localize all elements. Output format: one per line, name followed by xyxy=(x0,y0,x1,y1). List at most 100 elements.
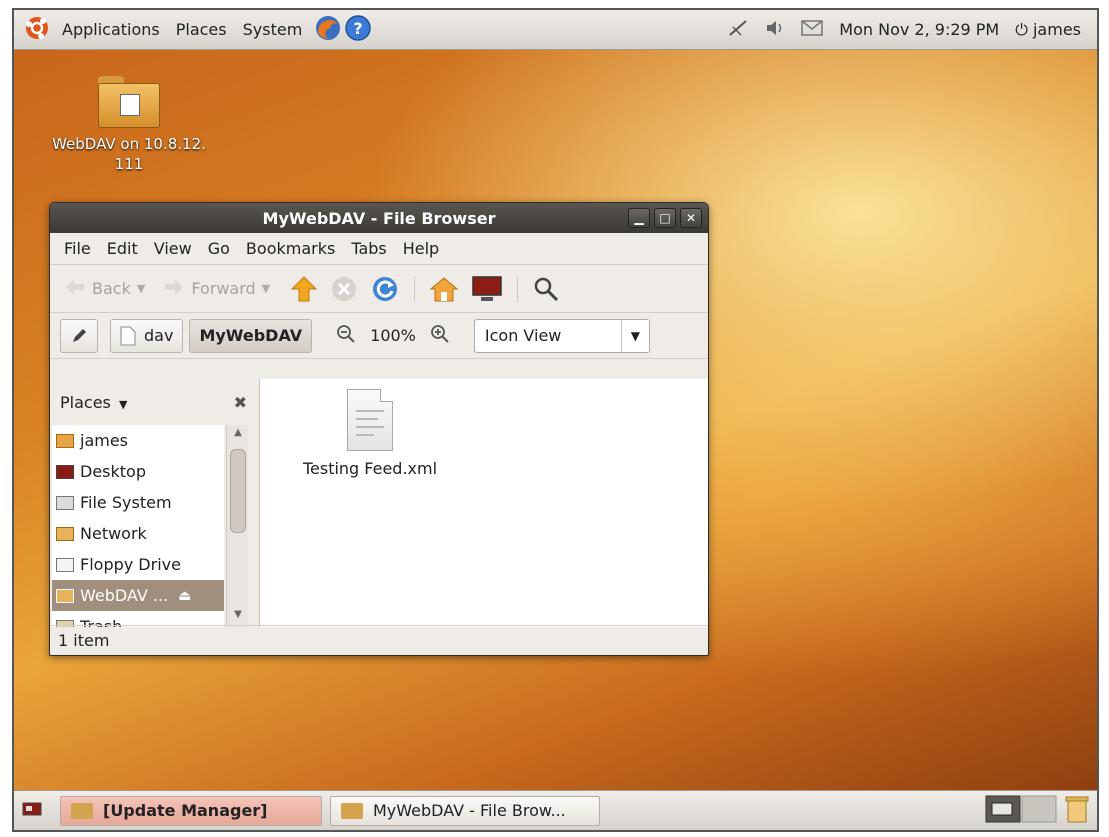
maximize-icon: □ xyxy=(659,211,671,225)
breadcrumb-mywebdav-label: MyWebDAV xyxy=(199,326,303,345)
pencil-icon xyxy=(73,328,86,342)
breadcrumb-dav[interactable]: dav xyxy=(110,318,184,353)
sidebar-item-label: james xyxy=(80,431,129,450)
floppy-icon xyxy=(56,557,74,572)
firefox-icon[interactable] xyxy=(314,14,342,46)
places-menu[interactable]: Places xyxy=(168,20,235,39)
zoom-out-button[interactable] xyxy=(332,324,360,348)
power-icon: ⏻ xyxy=(1015,19,1028,39)
up-button[interactable] xyxy=(286,272,322,306)
menubar: File Edit View Go Bookmarks Tabs Help xyxy=(50,233,708,265)
chevron-down-icon: ▼ xyxy=(118,397,128,411)
menu-tabs[interactable]: Tabs xyxy=(343,239,394,258)
screen-frame: Applications Places System ? Mon Nov 2, … xyxy=(12,8,1099,832)
computer-button[interactable] xyxy=(467,272,507,306)
taskbar-item-update-manager[interactable]: [Update Manager] xyxy=(60,795,322,826)
taskbar-item-label: [Update Manager] xyxy=(103,801,268,820)
scrollbar-thumb[interactable] xyxy=(230,449,246,533)
bottom-panel: [Update Manager] MyWebDAV - File Brow... xyxy=(14,790,1097,830)
menu-file[interactable]: File xyxy=(56,239,99,258)
network-folder-icon xyxy=(98,76,160,128)
sidebar-title: Places xyxy=(60,392,111,412)
menu-help[interactable]: Help xyxy=(395,239,447,258)
sidebar-close-button[interactable]: ✖ xyxy=(234,393,247,412)
top-panel: Applications Places System ? Mon Nov 2, … xyxy=(14,10,1097,50)
menu-go[interactable]: Go xyxy=(200,239,238,258)
window-controls: ▁ □ ✕ xyxy=(628,208,702,228)
toolbar-separator xyxy=(517,275,519,302)
xml-file-icon xyxy=(347,389,393,451)
minimize-button[interactable]: ▁ xyxy=(628,208,650,228)
show-desktop-icon[interactable] xyxy=(22,801,42,821)
panel-tray: Mon Nov 2, 9:29 PM ⏻ james xyxy=(719,10,1097,49)
content-area: Places ▼ ✖ james Desktop File System Net… xyxy=(50,379,708,627)
sidebar-item-james[interactable]: james xyxy=(52,425,224,456)
file-name: Testing Feed.xml xyxy=(302,459,438,478)
file-browser-window: MyWebDAV - File Browser ▁ □ ✕ File Edit … xyxy=(49,202,709,656)
menu-bookmarks[interactable]: Bookmarks xyxy=(238,239,343,258)
window-titlebar[interactable]: MyWebDAV - File Browser ▁ □ ✕ xyxy=(50,203,708,233)
chevron-down-icon: ▼ xyxy=(620,319,649,352)
sidebar-item-webdav[interactable]: WebDAV ... ⏏ xyxy=(52,580,224,611)
computer-icon xyxy=(472,275,502,301)
folder-icon xyxy=(341,802,363,819)
stop-icon xyxy=(332,276,357,301)
clock[interactable]: Mon Nov 2, 9:29 PM xyxy=(831,20,1007,39)
back-button[interactable]: Back ▼ xyxy=(60,272,149,306)
toolbar: Back ▼ Forward ▼ xyxy=(50,265,708,313)
desktop-icon-webdav[interactable]: WebDAV on 10.8.12. 111 xyxy=(34,76,224,174)
sidebar-item-network[interactable]: Network xyxy=(52,518,224,549)
sidebar-item-desktop[interactable]: Desktop xyxy=(52,456,224,487)
menu-edit[interactable]: Edit xyxy=(99,239,146,258)
sidebar-item-floppy-drive[interactable]: Floppy Drive xyxy=(52,549,224,580)
sidebar-item-label: WebDAV ... xyxy=(80,586,169,605)
breadcrumb-mywebdav[interactable]: MyWebDAV xyxy=(189,318,313,353)
view-mode-select[interactable]: Icon View ▼ xyxy=(473,318,650,353)
trash-icon[interactable] xyxy=(1065,794,1089,828)
home-folder-icon xyxy=(56,433,74,448)
file-item[interactable]: Testing Feed.xml xyxy=(290,389,450,478)
volume-icon[interactable] xyxy=(757,19,793,41)
taskbar-item-file-browser[interactable]: MyWebDAV - File Brow... xyxy=(330,795,600,826)
sidebar-item-file-system[interactable]: File System xyxy=(52,487,224,518)
desktop: WebDAV on 10.8.12. 111 MyWebDAV - File B… xyxy=(14,50,1097,790)
scroll-up-icon[interactable]: ▲ xyxy=(227,427,249,443)
session-menu[interactable]: ⏻ james xyxy=(1007,20,1089,40)
back-arrow-icon xyxy=(64,277,86,301)
network-folder-icon xyxy=(56,526,74,541)
sidebar-item-label: Network xyxy=(80,524,147,543)
mail-icon[interactable] xyxy=(793,19,831,40)
maximize-button[interactable]: □ xyxy=(654,208,676,228)
home-button[interactable] xyxy=(425,272,463,306)
reload-button[interactable] xyxy=(366,272,404,306)
forward-button[interactable]: Forward ▼ xyxy=(159,272,274,306)
ubuntu-logo-icon[interactable] xyxy=(24,15,50,45)
system-menu[interactable]: System xyxy=(235,20,311,39)
sidebar-item-label: Desktop xyxy=(80,462,146,481)
network-icon[interactable] xyxy=(719,19,757,41)
document-icon xyxy=(120,326,136,345)
help-icon[interactable]: ? xyxy=(344,14,372,46)
location-bar: dav MyWebDAV 100% Icon View ▼ xyxy=(50,313,708,359)
menu-view[interactable]: View xyxy=(146,239,200,258)
update-manager-icon xyxy=(71,802,93,819)
search-icon xyxy=(534,277,559,301)
applications-menu[interactable]: Applications xyxy=(54,20,168,39)
eject-icon[interactable]: ⏏ xyxy=(178,588,191,604)
search-button[interactable] xyxy=(528,272,564,306)
sidebar-item-label: Floppy Drive xyxy=(80,555,181,574)
zoom-out-icon xyxy=(337,324,355,343)
sidebar-type-select[interactable]: Places ▼ xyxy=(60,393,127,412)
workspace-switcher[interactable] xyxy=(985,794,1057,828)
close-button[interactable]: ✕ xyxy=(680,208,702,228)
status-text: 1 item xyxy=(58,631,110,650)
stop-button[interactable] xyxy=(326,272,362,306)
sidebar-scrollbar[interactable]: ▲ ▼ xyxy=(226,425,248,627)
location-toggle-button[interactable] xyxy=(60,318,98,353)
zoom-level[interactable]: 100% xyxy=(366,326,420,345)
scroll-down-icon[interactable]: ▼ xyxy=(227,609,249,625)
network-folder-icon xyxy=(56,588,74,603)
zoom-in-button[interactable] xyxy=(426,324,454,348)
desktop-icon xyxy=(56,464,74,479)
sidebar-item-label: File System xyxy=(80,493,172,512)
